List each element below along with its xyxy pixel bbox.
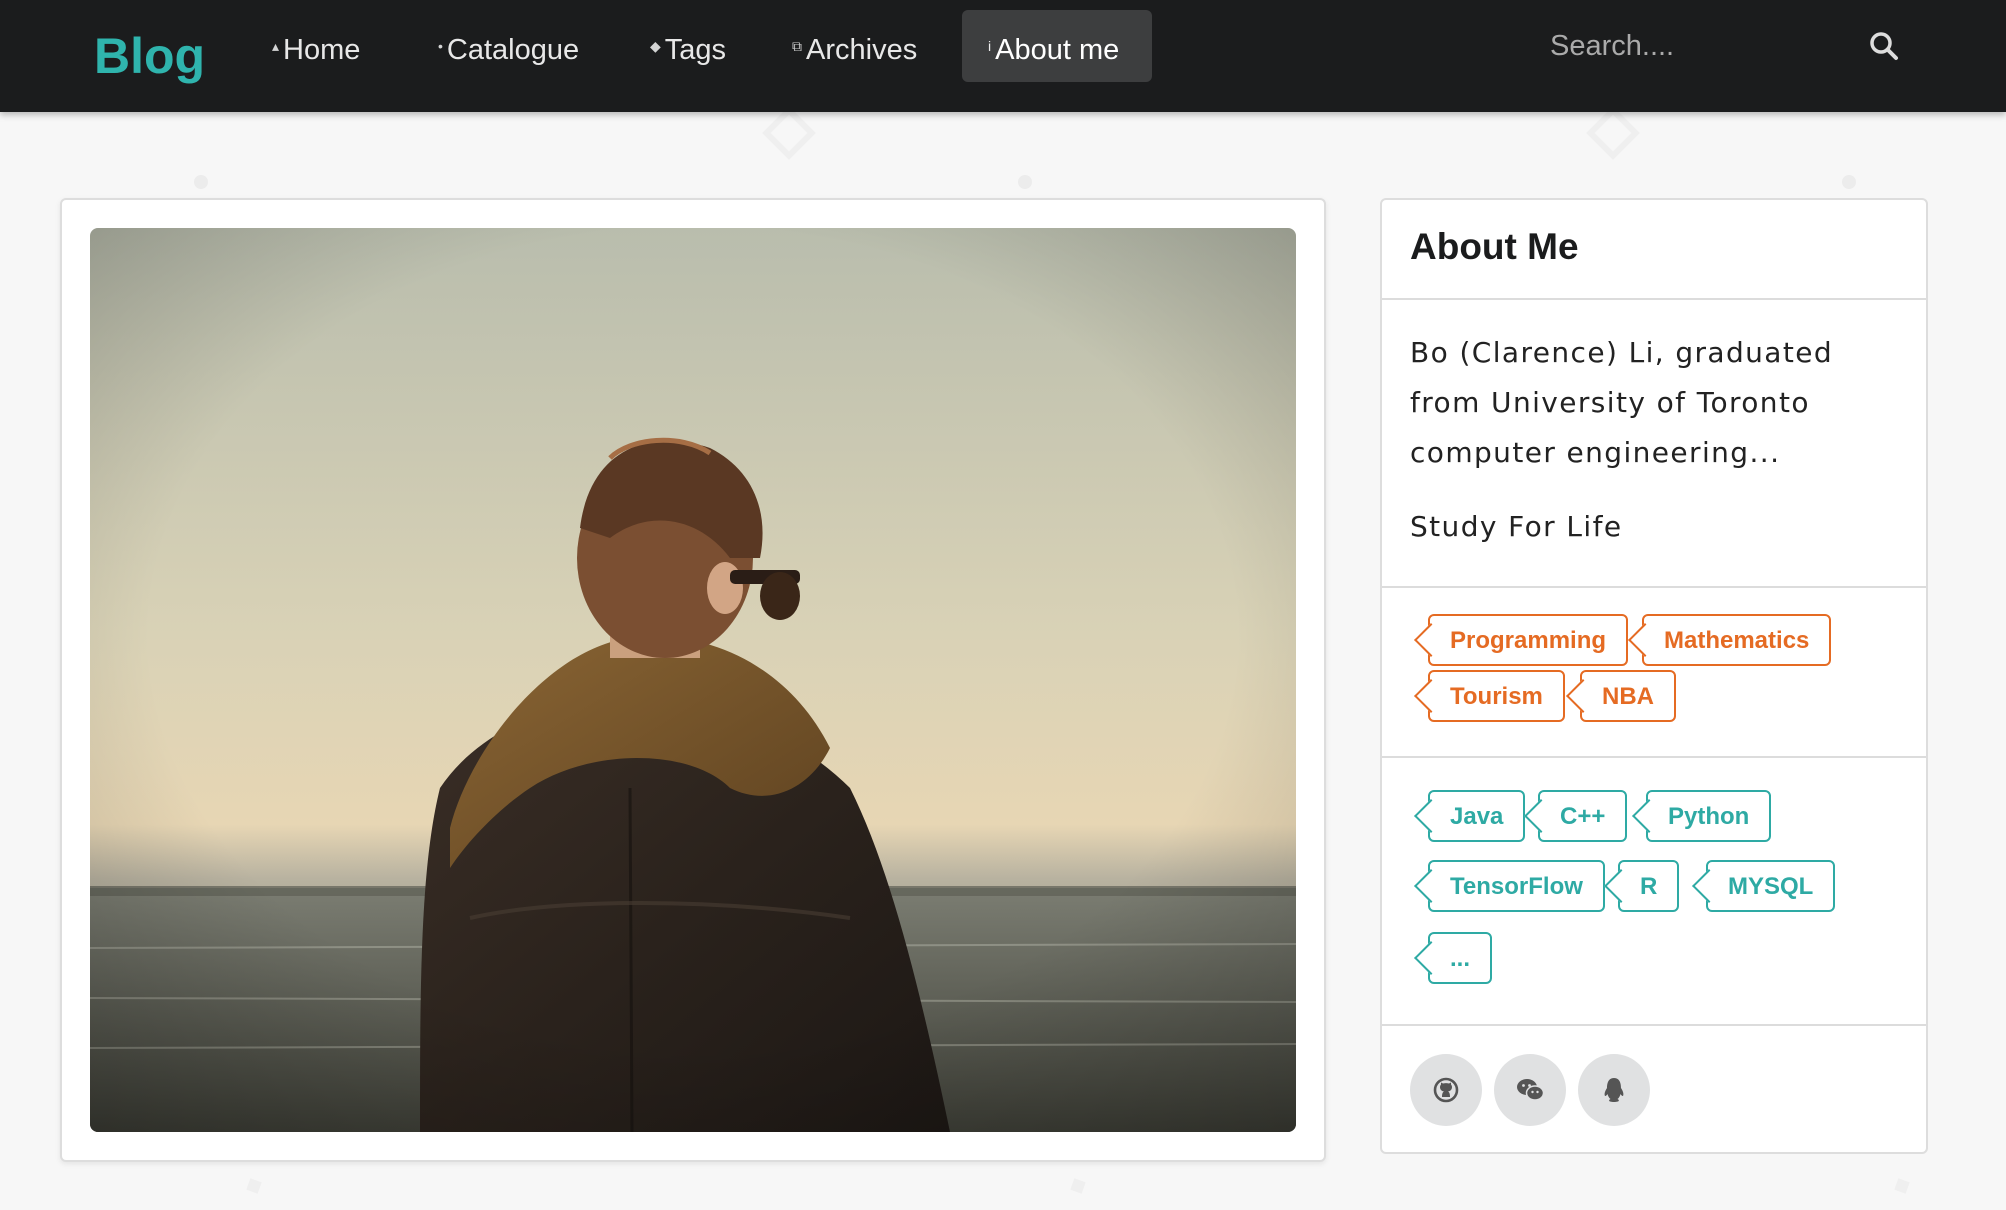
clone-icon: ⧉ xyxy=(792,38,802,54)
background-decoration xyxy=(246,1178,262,1194)
wechat-button[interactable] xyxy=(1494,1054,1566,1126)
background-decoration xyxy=(1070,1178,1086,1194)
interest-tag[interactable]: Mathematics xyxy=(1642,614,1832,666)
about-me-title: About Me xyxy=(1410,226,1579,267)
idea-icon: • xyxy=(438,38,443,54)
background-decoration xyxy=(1586,106,1640,160)
skill-tag[interactable]: Python xyxy=(1646,790,1772,842)
skill-tag[interactable]: C++ xyxy=(1538,790,1628,842)
search-box xyxy=(1530,14,1910,78)
background-decoration xyxy=(1894,1178,1910,1194)
motto-text: Study For Life xyxy=(1410,510,1623,543)
github-icon xyxy=(1433,1077,1459,1103)
top-navbar: Blog ▴ Home • Catalogue ◆ Tags ⧉ Archives iA… xyxy=(0,0,2006,112)
nav-item-label: Archives xyxy=(806,34,918,66)
nav-item-about-me[interactable]: i About me xyxy=(962,10,1152,82)
profile-photo xyxy=(90,228,1296,1132)
photo-card xyxy=(60,198,1326,1162)
brand-logo[interactable]: Blog xyxy=(94,16,205,96)
nav-item-tags[interactable]: ◆ Tags xyxy=(624,10,752,82)
background-decoration xyxy=(1842,175,1856,189)
skill-tag[interactable]: Java xyxy=(1428,790,1526,842)
skill-tag[interactable]: TensorFlow xyxy=(1428,860,1605,912)
skill-tag[interactable]: R xyxy=(1618,860,1680,912)
nav-item-home[interactable]: ▴ Home xyxy=(246,10,386,82)
divider xyxy=(1382,1024,1926,1026)
home-icon: ▴ xyxy=(272,38,280,54)
github-button[interactable] xyxy=(1410,1054,1482,1126)
interest-tag[interactable]: Programming xyxy=(1428,614,1629,666)
search-icon[interactable] xyxy=(1868,30,1900,62)
about-me-card: About Me Bo (Clarence) Li, graduated fro… xyxy=(1380,198,1928,1154)
nav-item-label: Catalogue xyxy=(446,34,580,66)
qq-button[interactable] xyxy=(1578,1054,1650,1126)
background-decoration xyxy=(1018,175,1032,189)
tag-icon: ◆ xyxy=(650,38,661,54)
wechat-icon xyxy=(1517,1079,1544,1101)
skill-tag[interactable]: MYSQL xyxy=(1706,860,1836,912)
divider xyxy=(1382,298,1926,300)
divider xyxy=(1382,756,1926,758)
nav-item-catalogue[interactable]: • Catalogue xyxy=(412,10,605,82)
interest-tag[interactable]: Tourism xyxy=(1428,670,1565,722)
search-input[interactable] xyxy=(1530,14,1850,78)
bio-text: Bo (Clarence) Li, graduated from Univers… xyxy=(1410,336,1834,469)
info-icon: i xyxy=(988,38,992,54)
divider xyxy=(1382,586,1926,588)
nav-item-label: Home xyxy=(283,34,361,66)
skill-tag-more[interactable]: ... xyxy=(1428,932,1493,984)
qq-icon xyxy=(1604,1078,1624,1102)
nav-item-label: About me xyxy=(995,34,1120,66)
nav-item-label: Tags xyxy=(664,34,727,66)
background-decoration xyxy=(762,106,816,160)
interest-tag[interactable]: NBA xyxy=(1580,670,1676,722)
background-decoration xyxy=(194,175,208,189)
nav-item-archives[interactable]: ⧉ Archives xyxy=(766,10,943,82)
